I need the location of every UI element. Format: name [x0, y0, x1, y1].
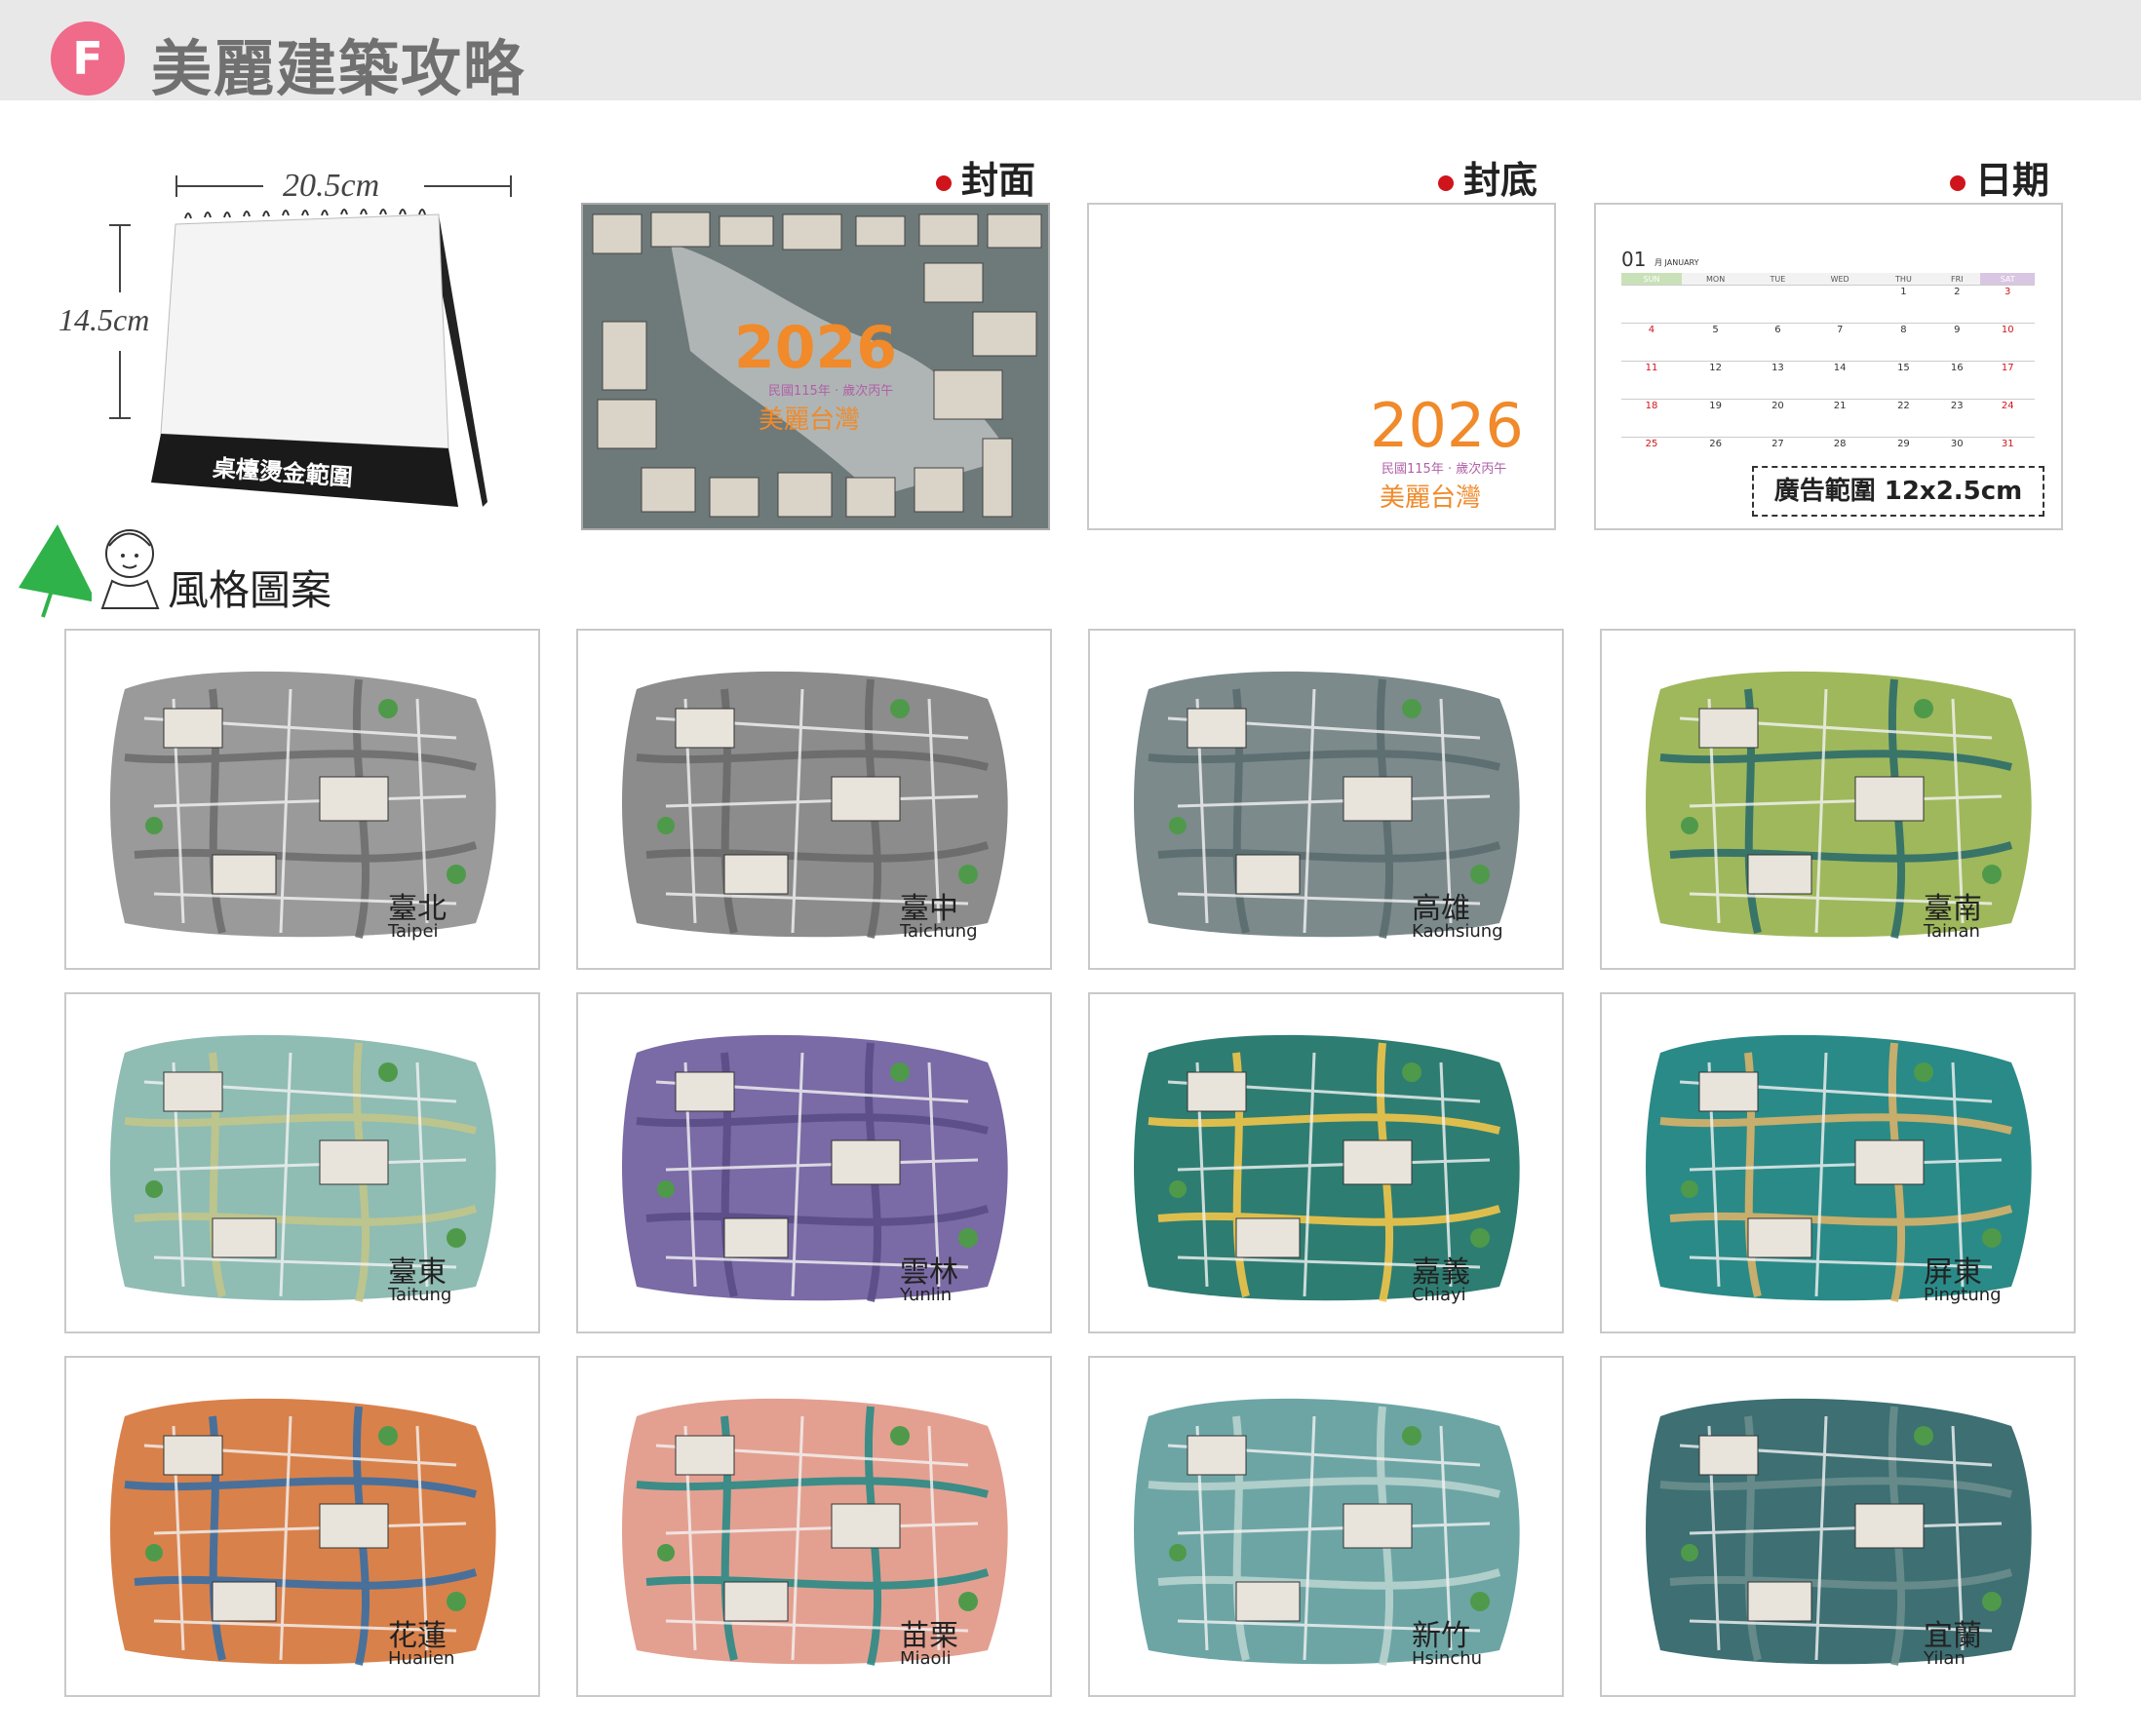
weekday-header: SAT: [1980, 273, 2035, 286]
style-map-card[interactable]: 花蓮 Hualien: [64, 1356, 540, 1697]
calendar-day: 4: [1621, 323, 1682, 362]
map-city-name-en: Chiayi: [1412, 1285, 1466, 1305]
map-illustration: [1646, 1398, 2032, 1666]
style-map-card[interactable]: 臺北 Taipei: [64, 629, 540, 970]
map-city-name-en: Yunlin: [900, 1285, 953, 1305]
style-map-card[interactable]: 高雄 Kaohsiung: [1088, 629, 1564, 970]
calendar-day: 18: [1621, 399, 1682, 438]
weekday-header: SUN: [1621, 273, 1682, 286]
style-map-card[interactable]: 宜蘭 Yilan: [1600, 1356, 2076, 1697]
red-dot-icon: [936, 174, 952, 191]
cover-preview[interactable]: 2026 民國115年 · 歲次丙午 美麗台灣: [581, 203, 1050, 530]
red-dot-icon: [1950, 174, 1966, 191]
calendar-day: [1621, 285, 1682, 324]
map-city-name-en: Taitung: [388, 1285, 452, 1305]
map-illustration: [110, 1398, 496, 1666]
calendar-day: [1806, 285, 1874, 324]
map-illustration: [110, 671, 496, 939]
style-map-card[interactable]: 臺中 Taichung: [576, 629, 1052, 970]
calendar-day: 3: [1980, 285, 2035, 324]
style-map-card[interactable]: 屏東 Pingtung: [1600, 992, 2076, 1333]
calendar-day: 7: [1806, 323, 1874, 362]
calendar-day: 20: [1749, 399, 1807, 438]
back-year: 2026: [1370, 390, 1524, 461]
dates-label: 日期: [1950, 150, 2049, 204]
calendar-day: 17: [1980, 361, 2035, 400]
calendar-day: 24: [1980, 399, 2035, 438]
calendar-day: [1681, 285, 1750, 324]
calendar-day: 13: [1749, 361, 1807, 400]
cover-year: 2026: [734, 314, 897, 382]
style-map-card[interactable]: 嘉義 Chiayi: [1088, 992, 1564, 1333]
weekday-header: THU: [1873, 273, 1934, 286]
calendar-day: 8: [1873, 323, 1934, 362]
calendar-day: 16: [1933, 361, 1981, 400]
back-subtitle: 民國115年 · 歲次丙午: [1382, 462, 1507, 477]
style-map-card[interactable]: 新竹 Hsinchu: [1088, 1356, 1564, 1697]
desk-calendar-mockup: 20.5cm 14.5cm 桌檯燙金範圍: [39, 156, 536, 507]
map-illustration: [622, 1034, 1008, 1302]
map-city-name-en: Taipei: [388, 921, 439, 942]
page-title: 美麗建築攻略: [151, 33, 526, 104]
calendar-day: 25: [1621, 437, 1682, 475]
map-city-name-en: Yilan: [1924, 1648, 1966, 1669]
calendar-day: 19: [1681, 399, 1750, 438]
map-city-name-en: Taichung: [900, 921, 978, 942]
map-illustration: [1646, 1034, 2032, 1302]
map-illustration: [1134, 671, 1520, 939]
ad-area: 廣告範圍 12x2.5cm: [1752, 466, 2044, 517]
red-dot-icon: [1438, 174, 1454, 191]
style-map-card[interactable]: 臺南 Tainan: [1600, 629, 2076, 970]
section-badge: F: [51, 21, 125, 96]
calendar-day: 14: [1806, 361, 1874, 400]
calendar-day: 5: [1681, 323, 1750, 362]
weekday-header: TUE: [1749, 273, 1807, 286]
calendar-day: 1: [1873, 285, 1934, 324]
month-text: 月 JANUARY: [1654, 258, 1699, 267]
month-number: 01: [1621, 248, 1647, 271]
map-city-name-en: Pingtung: [1924, 1285, 2002, 1305]
style-map-card[interactable]: 雲林 Yunlin: [576, 992, 1052, 1333]
cover-label: 封面: [936, 150, 1035, 204]
calendar-day: 22: [1873, 399, 1934, 438]
calendar-day: 12: [1681, 361, 1750, 400]
calendar-day: 21: [1806, 399, 1874, 438]
calendar-day: 10: [1980, 323, 2035, 362]
map-city-name-en: Miaoli: [900, 1648, 952, 1669]
style-label: 風格圖案: [168, 566, 332, 614]
calendar-day: 11: [1621, 361, 1682, 400]
map-city-name-en: Tainan: [1924, 921, 1980, 942]
tree-icon: [19, 524, 92, 618]
map-illustration: [622, 1398, 1008, 1666]
cover-name: 美麗台灣: [759, 405, 861, 435]
weekday-header: WED: [1806, 273, 1874, 286]
back-name: 美麗台灣: [1380, 483, 1482, 513]
map-city-name-en: Hsinchu: [1412, 1648, 1483, 1669]
map-illustration: [1646, 671, 2032, 939]
dates-preview[interactable]: 01 月 JANUARY SUN MON TUE WED THU FRI SAT 12345…: [1594, 203, 2063, 530]
map-illustration: [110, 1034, 496, 1302]
map-city-name-en: Hualien: [388, 1648, 455, 1669]
map-illustration: [1134, 1398, 1520, 1666]
map-illustration: [622, 671, 1008, 939]
calendar-day: 15: [1873, 361, 1934, 400]
calendar-day: 26: [1681, 437, 1750, 475]
calendar-day: 9: [1933, 323, 1981, 362]
calendar-day: [1749, 285, 1807, 324]
calendar-day: 6: [1749, 323, 1807, 362]
page-header: F 美麗建築攻略: [0, 0, 2141, 104]
map-city-name-en: Kaohsiung: [1412, 921, 1503, 942]
calendar-day: 2: [1933, 285, 1981, 324]
map-illustration: [1134, 1034, 1520, 1302]
calendar-grid: SUN MON TUE WED THU FRI SAT 1 2 3 4 5 6 7 8 9 10 11 12 13 1…: [1621, 273, 2035, 475]
cover-subtitle: 民國115年 · 歲次丙午: [768, 384, 894, 399]
weekday-header: FRI: [1933, 273, 1981, 286]
style-map-card[interactable]: 苗栗 Miaoli: [576, 1356, 1052, 1697]
weekday-header: MON: [1681, 273, 1750, 286]
calendar-day: 23: [1933, 399, 1981, 438]
style-map-card[interactable]: 臺東 Taitung: [64, 992, 540, 1333]
back-preview[interactable]: 2026 民國115年 · 歲次丙午 美麗台灣: [1087, 203, 1556, 530]
girl-doodle-icon: [100, 529, 160, 609]
back-label: 封底: [1438, 150, 1538, 204]
